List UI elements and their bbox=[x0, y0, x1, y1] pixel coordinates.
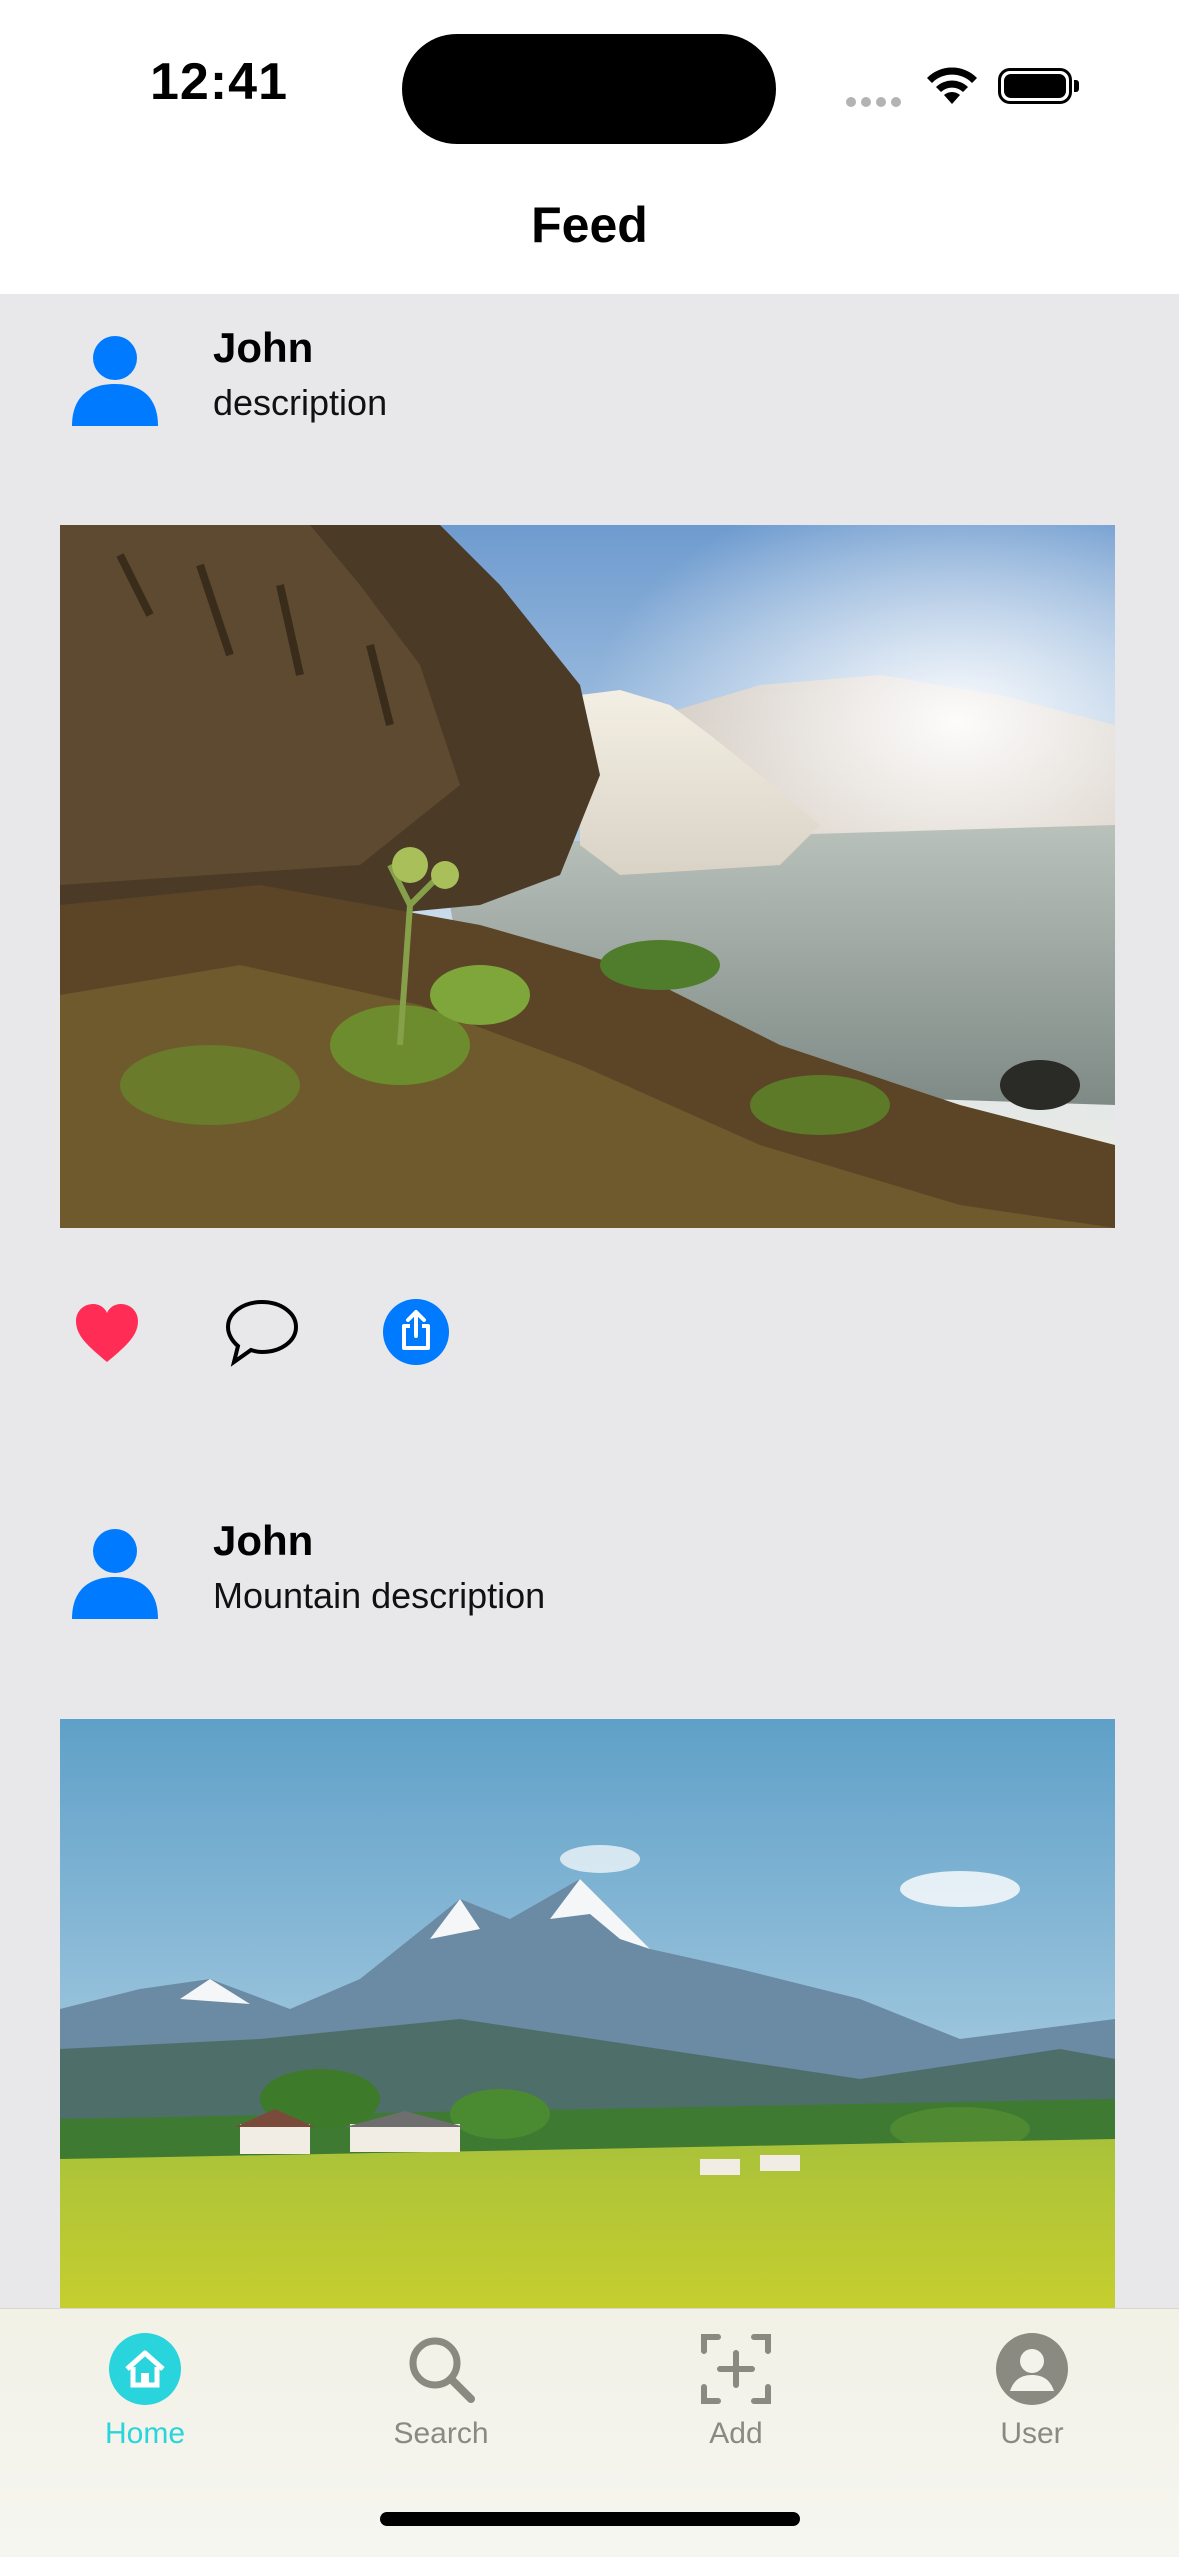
post-image-waterfall[interactable] bbox=[60, 525, 1115, 1228]
person-avatar-icon bbox=[72, 1529, 158, 1619]
post-author: John bbox=[213, 324, 314, 371]
status-time: 12:41 bbox=[150, 53, 288, 111]
post-header[interactable]: John Mountain description bbox=[0, 1487, 1179, 1627]
post-description: description bbox=[213, 382, 388, 423]
heart-filled-icon[interactable] bbox=[74, 1302, 140, 1364]
person-avatar-icon bbox=[72, 336, 158, 426]
tab-home-label: Home bbox=[104, 2417, 186, 2450]
post-description: Mountain description bbox=[213, 1575, 546, 1616]
post-image-mountain[interactable] bbox=[60, 1719, 1115, 2308]
add-icon bbox=[696, 2329, 776, 2409]
comment-bubble-icon[interactable] bbox=[224, 1298, 300, 1368]
search-icon bbox=[401, 2329, 481, 2409]
home-icon bbox=[105, 2329, 185, 2409]
tab-add[interactable]: Add bbox=[636, 2329, 836, 2479]
navigation-bar: Feed bbox=[0, 170, 1179, 294]
status-bar: 12:41 bbox=[0, 0, 1179, 170]
battery-icon bbox=[998, 68, 1072, 104]
user-icon bbox=[992, 2329, 1072, 2409]
post-actions bbox=[0, 1294, 1179, 1374]
feed-list[interactable]: John description John Mountain descripti… bbox=[0, 294, 1179, 2308]
dynamic-island bbox=[402, 34, 776, 144]
tab-home[interactable]: Home bbox=[45, 2329, 245, 2479]
cellular-signal-icon bbox=[846, 94, 906, 112]
page-title: Feed bbox=[531, 197, 648, 253]
tab-search-label: Search bbox=[393, 2417, 489, 2450]
wifi-icon bbox=[927, 67, 977, 104]
share-icon[interactable] bbox=[382, 1298, 450, 1366]
home-indicator[interactable] bbox=[380, 2512, 800, 2526]
post-author: John bbox=[213, 1517, 314, 1564]
tab-user-label: User bbox=[1000, 2417, 1064, 2450]
tab-add-label: Add bbox=[709, 2417, 763, 2450]
post-header[interactable]: John description bbox=[0, 294, 1179, 434]
tab-search[interactable]: Search bbox=[341, 2329, 541, 2479]
tab-user[interactable]: User bbox=[932, 2329, 1132, 2479]
